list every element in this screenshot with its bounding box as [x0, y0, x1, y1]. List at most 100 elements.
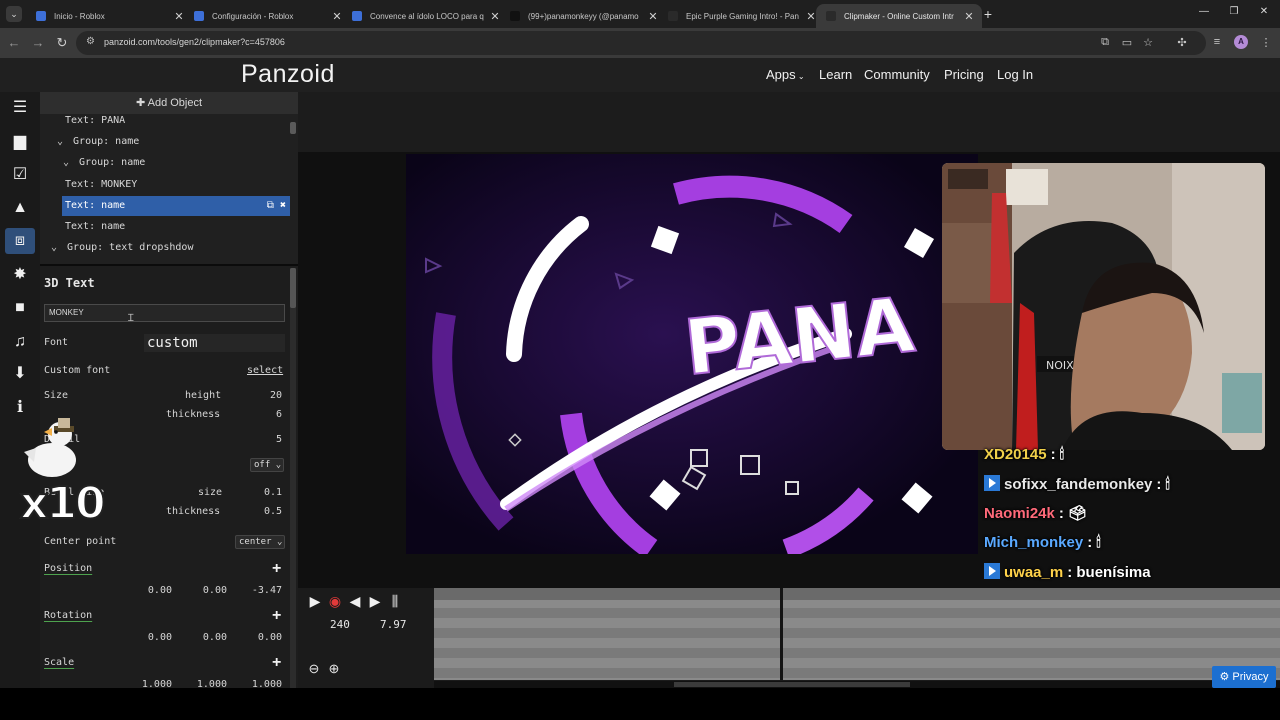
rotation-z[interactable]: 0.00 [240, 632, 282, 643]
scale-section[interactable]: Scale [44, 657, 74, 668]
tree-row[interactable]: Text: name [40, 217, 290, 237]
nav-login[interactable]: Log In [997, 67, 1033, 82]
profile-avatar[interactable]: A [1234, 35, 1248, 49]
folder-icon[interactable]: ▆ [10, 132, 30, 152]
tree-scrollbar[interactable] [290, 122, 296, 134]
chevron-down-icon[interactable]: ⌄ [57, 132, 67, 152]
nav-learn[interactable]: Learn [819, 67, 852, 82]
toggle-select[interactable]: off ⌄ [250, 458, 284, 472]
preview-canvas[interactable]: PANA [406, 154, 978, 554]
position-section[interactable]: Position [44, 563, 92, 574]
forward-icon[interactable]: → [30, 35, 46, 51]
add-scale-keyframe-icon[interactable]: + [272, 655, 281, 671]
address-bar[interactable]: ⚙ panzoid.com/tools/gen2/clipmaker?c=457… [76, 31, 1206, 55]
cast-icon[interactable]: ▭ [1120, 36, 1134, 49]
tree-row-label: Text: name [65, 200, 126, 211]
cube-icon[interactable]: ⧈ [5, 228, 35, 254]
new-tab-button[interactable]: + [981, 6, 995, 22]
browser-tab-bar: ⌄ Inicio - Roblox ✕ Configuración - Robl… [0, 0, 1280, 28]
font-select[interactable]: custom [144, 334, 285, 352]
checkbox-icon[interactable]: ☑ [10, 165, 30, 185]
detail-value[interactable]: 5 [252, 434, 282, 445]
tree-row[interactable]: Text: MONKEY [40, 175, 290, 195]
height-value[interactable]: 20 [252, 390, 282, 401]
privacy-button[interactable]: ⚙ Privacy [1212, 666, 1276, 688]
burst-icon[interactable]: ✸ [10, 265, 30, 285]
tree-row[interactable]: ⌄ Group: name [40, 153, 290, 173]
playhead[interactable] [780, 588, 783, 680]
nav-community[interactable]: Community [864, 67, 930, 82]
position-z[interactable]: -3.47 [240, 585, 282, 596]
delete-icon[interactable]: ✖ [280, 200, 286, 211]
reload-icon[interactable]: ↻ [54, 35, 70, 51]
tree-row[interactable]: ⌄ Group: text dropshdow [40, 238, 290, 258]
add-position-keyframe-icon[interactable]: + [272, 561, 281, 577]
rotation-y[interactable]: 0.00 [191, 632, 227, 643]
image-icon[interactable]: ▲ [10, 198, 30, 218]
roblox-favicon-icon [352, 11, 362, 21]
minimize-icon[interactable]: — [1194, 6, 1214, 17]
rotation-section[interactable]: Rotation [44, 610, 92, 621]
rotation-x[interactable]: 0.00 [136, 632, 172, 643]
back-icon[interactable]: ← [6, 35, 22, 51]
browser-tab[interactable]: Inicio - Roblox ✕ [26, 4, 192, 28]
select-font-link[interactable]: select [247, 365, 283, 376]
tree-row[interactable]: ⌄ Group: name [40, 132, 290, 152]
chevron-down-icon[interactable]: ⌄ [63, 153, 73, 173]
center-point-value: center [239, 537, 272, 547]
tab-search-button[interactable]: ⌄ [6, 6, 22, 22]
scrollbar-thumb[interactable] [290, 268, 296, 308]
text-content-input[interactable]: MONKEY [44, 304, 285, 322]
timeline-tracks[interactable] [434, 588, 1280, 680]
zoom-out-icon[interactable]: ⊖ [305, 660, 323, 678]
site-info-icon[interactable]: ⚙ [86, 36, 95, 47]
close-tab-icon[interactable]: ✕ [962, 10, 976, 23]
nav-pricing[interactable]: Pricing [944, 67, 984, 82]
more-menu-icon[interactable]: ⋮ [1259, 36, 1273, 49]
thickness-value[interactable]: 6 [252, 409, 282, 420]
center-point-select[interactable]: center ⌄ [235, 535, 285, 549]
browser-tab-active[interactable]: Clipmaker - Online Custom Intr ✕ [816, 4, 982, 28]
tree-row-selected[interactable]: Text: name ⧉ ✖ [62, 196, 290, 216]
browser-tab[interactable]: (99+)panamonkeyy (@panamo ✕ [500, 4, 666, 28]
waveform-icon[interactable]: ⫼ [386, 592, 404, 610]
menu-icon[interactable]: ☰ [10, 98, 30, 118]
extensions-icon[interactable]: ✣ [1175, 36, 1189, 49]
bookmark-star-icon[interactable]: ☆ [1141, 36, 1155, 49]
media-control-icon[interactable]: ≡ [1210, 36, 1224, 48]
panzoid-favicon-icon [668, 11, 678, 21]
step-back-icon[interactable]: ◀ [346, 592, 364, 610]
step-forward-icon[interactable]: ▶ [366, 592, 384, 610]
chat-message: XD20145: 🕯 [984, 446, 1064, 468]
site-logo[interactable]: Panzoid [241, 60, 335, 89]
record-icon[interactable]: ◉ [326, 592, 344, 610]
restore-icon[interactable]: ❐ [1224, 6, 1244, 17]
camera-icon[interactable]: ■ [10, 298, 30, 318]
position-x[interactable]: 0.00 [136, 585, 172, 596]
timeline-ruler[interactable] [434, 588, 1280, 600]
browser-tab[interactable]: Configuración - Roblox ✕ [184, 4, 350, 28]
translate-icon[interactable]: ⧉ [1098, 36, 1112, 49]
browser-tab[interactable]: Convence al ídolo LOCO para q ✕ [342, 4, 508, 28]
timeline-scrollbar[interactable] [434, 681, 1280, 688]
close-window-icon[interactable]: ✕ [1254, 6, 1274, 17]
nav-apps[interactable]: Apps ⌄ [766, 67, 805, 82]
position-y[interactable]: 0.00 [191, 585, 227, 596]
bevel-size-value[interactable]: 0.1 [252, 487, 282, 498]
bevel-thickness-value[interactable]: 0.5 [252, 506, 282, 517]
browser-tab[interactable]: Epic Purple Gaming Intro! - Pan ✕ [658, 4, 824, 28]
duplicate-icon[interactable]: ⧉ [267, 200, 274, 211]
scrollbar-thumb[interactable] [674, 682, 910, 687]
play-icon[interactable]: ▶ [306, 592, 324, 610]
music-icon[interactable]: ♫ [10, 332, 30, 352]
properties-scrollbar[interactable] [290, 268, 296, 688]
zoom-in-icon[interactable]: ⊕ [325, 660, 343, 678]
tree-row[interactable]: Text: PANA [40, 111, 290, 131]
chevron-down-icon[interactable]: ⌄ [51, 238, 61, 258]
time-counter: 7.97 [380, 618, 407, 631]
add-rotation-keyframe-icon[interactable]: + [272, 608, 281, 624]
tab-title: Epic Purple Gaming Intro! - Pan [686, 11, 799, 21]
download-icon[interactable]: ⬇ [10, 364, 30, 384]
gear-icon: ⚙ [1219, 671, 1233, 683]
tree-row-label: Text: PANA [65, 115, 126, 126]
